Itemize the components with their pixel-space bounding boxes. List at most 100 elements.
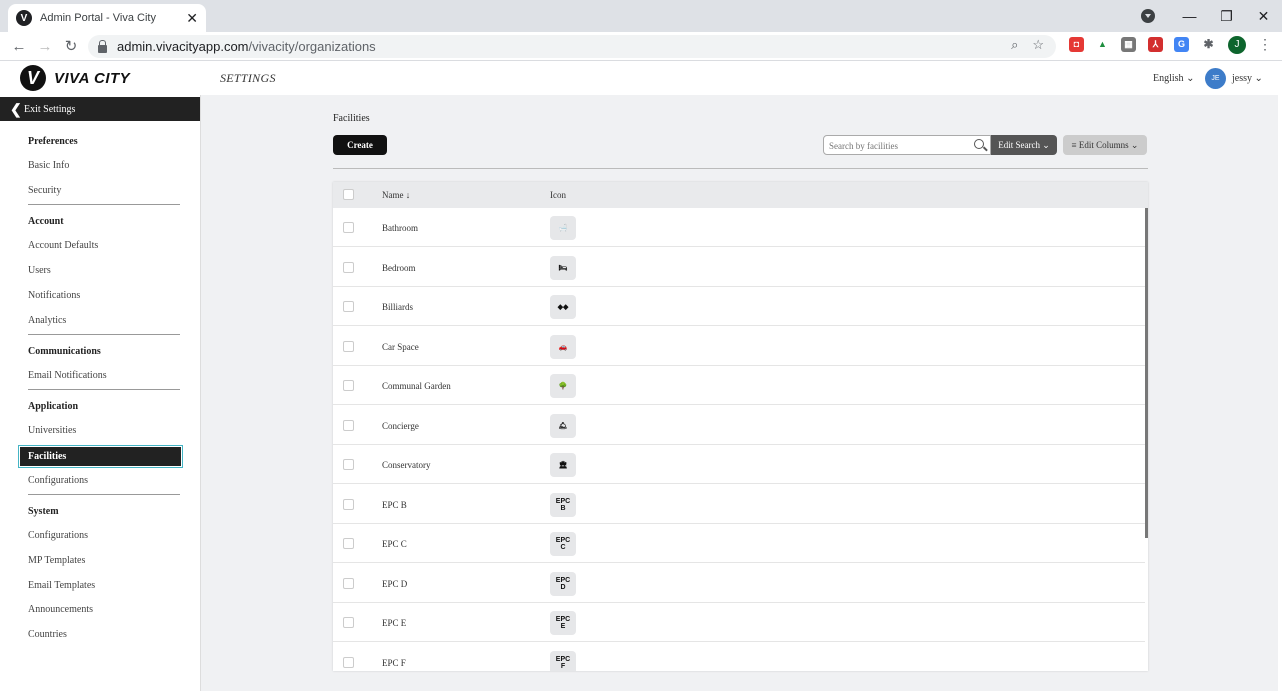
sidebar-item-account-defaults[interactable]: Account Defaults <box>28 240 98 251</box>
table-row[interactable]: Car Space 🚗 <box>333 327 1145 366</box>
main-content: Facilities Create Edit Search ⌄ ≡ Edit C… <box>201 95 1278 691</box>
row-checkbox[interactable] <box>343 380 354 391</box>
column-header-name[interactable]: Name ↓ <box>382 190 410 200</box>
sidebar-item-users[interactable]: Users <box>28 265 51 276</box>
minimize-icon[interactable]: — <box>1171 8 1208 24</box>
exit-settings-button[interactable]: ❮ Exit Settings <box>0 97 200 121</box>
viva-city-logo[interactable]: V VIVA CITY <box>20 65 130 91</box>
row-checkbox[interactable] <box>343 499 354 510</box>
back-arrow-icon[interactable]: ← <box>8 36 30 58</box>
table-row[interactable]: EPC E EPC E <box>333 603 1145 642</box>
tab-close-icon[interactable]: ✕ <box>186 10 198 27</box>
facility-name: Bathroom <box>382 223 418 233</box>
edit-columns-button[interactable]: ≡ Edit Columns ⌄ <box>1063 135 1147 155</box>
user-menu[interactable]: jessy ⌄ <box>1232 73 1263 84</box>
row-checkbox[interactable] <box>343 459 354 470</box>
window-close-icon[interactable]: ✕ <box>1245 8 1282 25</box>
sidebar-item-mp-templates[interactable]: MP Templates <box>28 555 85 566</box>
chevron-down-icon: ⌄ <box>1130 140 1139 150</box>
row-checkbox[interactable] <box>343 538 354 549</box>
table-scrollbar[interactable] <box>1145 208 1148 538</box>
table-row[interactable]: Communal Garden 🌳 <box>333 366 1145 405</box>
sidebar-divider <box>28 494 180 495</box>
row-checkbox[interactable] <box>343 222 354 233</box>
sidebar-item-countries[interactable]: Countries <box>28 629 67 640</box>
sidebar-item-configurations[interactable]: Configurations <box>28 475 88 486</box>
zoom-icon[interactable]: ⌕ <box>1011 37 1018 53</box>
edit-search-button[interactable]: Edit Search ⌄ <box>991 135 1057 155</box>
table-header: Name ↓ Icon <box>333 182 1148 208</box>
edit-search-label: Edit Search <box>998 140 1040 150</box>
select-all-checkbox[interactable] <box>343 189 354 200</box>
row-checkbox[interactable] <box>343 657 354 668</box>
sidebar-item-facilities[interactable]: Facilities <box>18 445 183 468</box>
row-checkbox[interactable] <box>343 420 354 431</box>
tab-search-icon[interactable] <box>1141 9 1155 23</box>
extension-pdf-icon[interactable]: ⅄ <box>1148 37 1163 52</box>
sidebar-item-email-templates[interactable]: Email Templates <box>28 580 95 591</box>
sidebar-item-system-configurations[interactable]: Configurations <box>28 530 88 541</box>
extension-pocket-icon[interactable]: ◘ <box>1069 37 1084 52</box>
profile-avatar[interactable]: J <box>1228 36 1246 54</box>
exit-settings-label: Exit Settings <box>24 103 76 115</box>
row-checkbox[interactable] <box>343 617 354 628</box>
table-row[interactable]: Concierge 🛎 <box>333 406 1145 445</box>
row-checkbox[interactable] <box>343 341 354 352</box>
sidebar-group-account: Account <box>28 216 64 227</box>
row-checkbox[interactable] <box>343 301 354 312</box>
language-label: English <box>1153 73 1184 84</box>
table-row[interactable]: Bathroom 🛁 <box>333 208 1145 247</box>
sidebar-group-communications: Communications <box>28 346 101 357</box>
bookmark-star-icon[interactable]: ☆ <box>1032 37 1044 53</box>
forward-arrow-icon[interactable]: → <box>34 36 56 58</box>
row-checkbox[interactable] <box>343 262 354 273</box>
epc-rating: C <box>560 544 566 551</box>
browser-tab[interactable]: V Admin Portal - Viva City ✕ <box>8 4 206 32</box>
sidebar-item-email-notifications[interactable]: Email Notifications <box>28 370 107 381</box>
search-field[interactable] <box>823 135 991 155</box>
logo-mark: V <box>20 65 46 91</box>
language-selector[interactable]: English ⌄ <box>1153 73 1194 84</box>
garden-icon: 🌳 <box>550 374 576 398</box>
table-row[interactable]: EPC F EPC F <box>333 643 1145 671</box>
maximize-icon[interactable]: ❐ <box>1208 8 1245 25</box>
epc-rating: F <box>560 663 566 670</box>
search-input[interactable] <box>824 137 964 155</box>
divider <box>333 168 1148 169</box>
table-row[interactable]: Bedroom 🛏 <box>333 248 1145 287</box>
table-row[interactable]: Conservatory 🏛 <box>333 445 1145 484</box>
sidebar-item-notifications[interactable]: Notifications <box>28 290 80 301</box>
epc-f-icon: EPC F <box>550 651 576 671</box>
sidebar-item-analytics[interactable]: Analytics <box>28 315 66 326</box>
table-row[interactable]: Billiards ◆◆ <box>333 287 1145 326</box>
table-row[interactable]: EPC B EPC B <box>333 485 1145 524</box>
table-row[interactable]: EPC C EPC C <box>333 524 1145 563</box>
sidebar-item-universities[interactable]: Universities <box>28 425 76 436</box>
extension-translate-icon[interactable]: G <box>1174 37 1189 52</box>
url-path: /vivacity/organizations <box>248 39 376 54</box>
facility-name: EPC D <box>382 579 408 589</box>
browser-menu-icon[interactable]: ⋮ <box>1258 36 1272 53</box>
logo-text: VIVA CITY <box>54 69 131 87</box>
row-checkbox[interactable] <box>343 578 354 589</box>
sidebar-group-system: System <box>28 506 59 517</box>
browser-toolbar: ← → ↻ admin.vivacityapp.com/vivacity/org… <box>0 32 1282 61</box>
reload-icon[interactable]: ↻ <box>60 36 82 58</box>
sidebar-item-announcements[interactable]: Announcements <box>28 604 93 615</box>
sidebar-item-basic-info[interactable]: Basic Info <box>28 160 69 171</box>
tab-title: Admin Portal - Viva City <box>40 12 156 24</box>
sidebar-divider <box>28 204 180 205</box>
extension-drive-icon[interactable]: ▲ <box>1095 37 1110 52</box>
username-label: jessy <box>1232 73 1252 84</box>
edit-columns-label: Edit Columns <box>1078 140 1129 150</box>
user-avatar[interactable]: JE <box>1205 68 1226 89</box>
epc-d-icon: EPC D <box>550 572 576 596</box>
extension-generic-icon[interactable]: ▦ <box>1121 37 1136 52</box>
address-bar[interactable]: admin.vivacityapp.com/vivacity/organizat… <box>88 35 1056 58</box>
create-button[interactable]: Create <box>333 135 387 155</box>
search-icon[interactable] <box>974 139 984 149</box>
facility-name: EPC F <box>382 658 406 668</box>
sidebar-item-security[interactable]: Security <box>28 185 61 196</box>
table-row[interactable]: EPC D EPC D <box>333 564 1145 603</box>
extensions-puzzle-icon[interactable]: ✱ <box>1201 37 1216 52</box>
